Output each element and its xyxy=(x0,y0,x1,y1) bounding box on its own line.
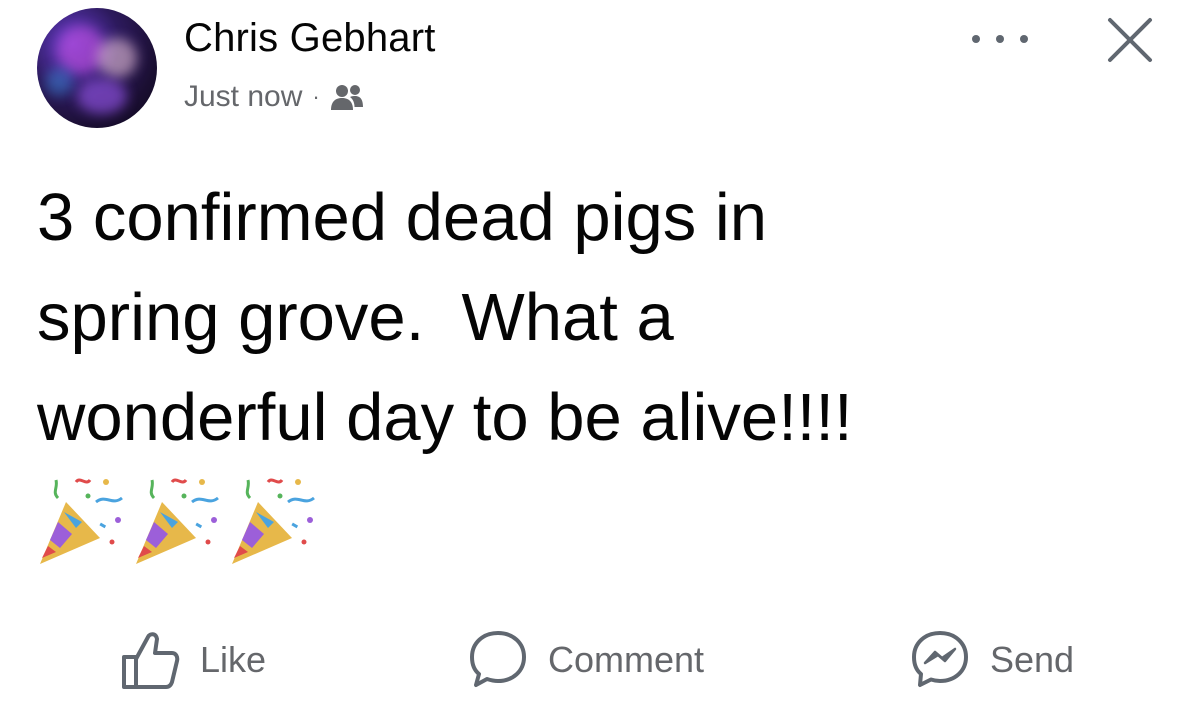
post-actions: Like Comment Send xyxy=(0,620,1200,700)
post-text: 3 confirmed dead pigs in spring grove. W… xyxy=(37,180,853,455)
emoji-row xyxy=(36,472,320,568)
send-button[interactable]: Send xyxy=(910,620,1074,700)
friends-icon[interactable] xyxy=(330,83,364,111)
avatar[interactable] xyxy=(37,8,157,128)
close-icon[interactable] xyxy=(1104,14,1156,66)
like-button[interactable]: Like xyxy=(120,620,266,700)
comment-label: Comment xyxy=(548,639,705,680)
messenger-icon xyxy=(912,631,968,687)
send-label: Send xyxy=(990,639,1075,680)
like-label: Like xyxy=(200,639,267,680)
like-icon xyxy=(122,632,180,689)
post-meta: Just now · xyxy=(184,80,364,114)
party-popper-icon xyxy=(232,478,315,564)
meta-separator: · xyxy=(312,84,320,109)
timestamp[interactable]: Just now xyxy=(184,80,302,114)
party-popper-icon xyxy=(136,478,219,564)
comment-button[interactable]: Comment xyxy=(468,620,704,700)
comment-icon xyxy=(470,631,526,687)
author-name[interactable]: Chris Gebhart xyxy=(184,16,436,61)
party-popper-icon xyxy=(40,478,123,564)
more-options-icon[interactable] xyxy=(972,24,1028,54)
